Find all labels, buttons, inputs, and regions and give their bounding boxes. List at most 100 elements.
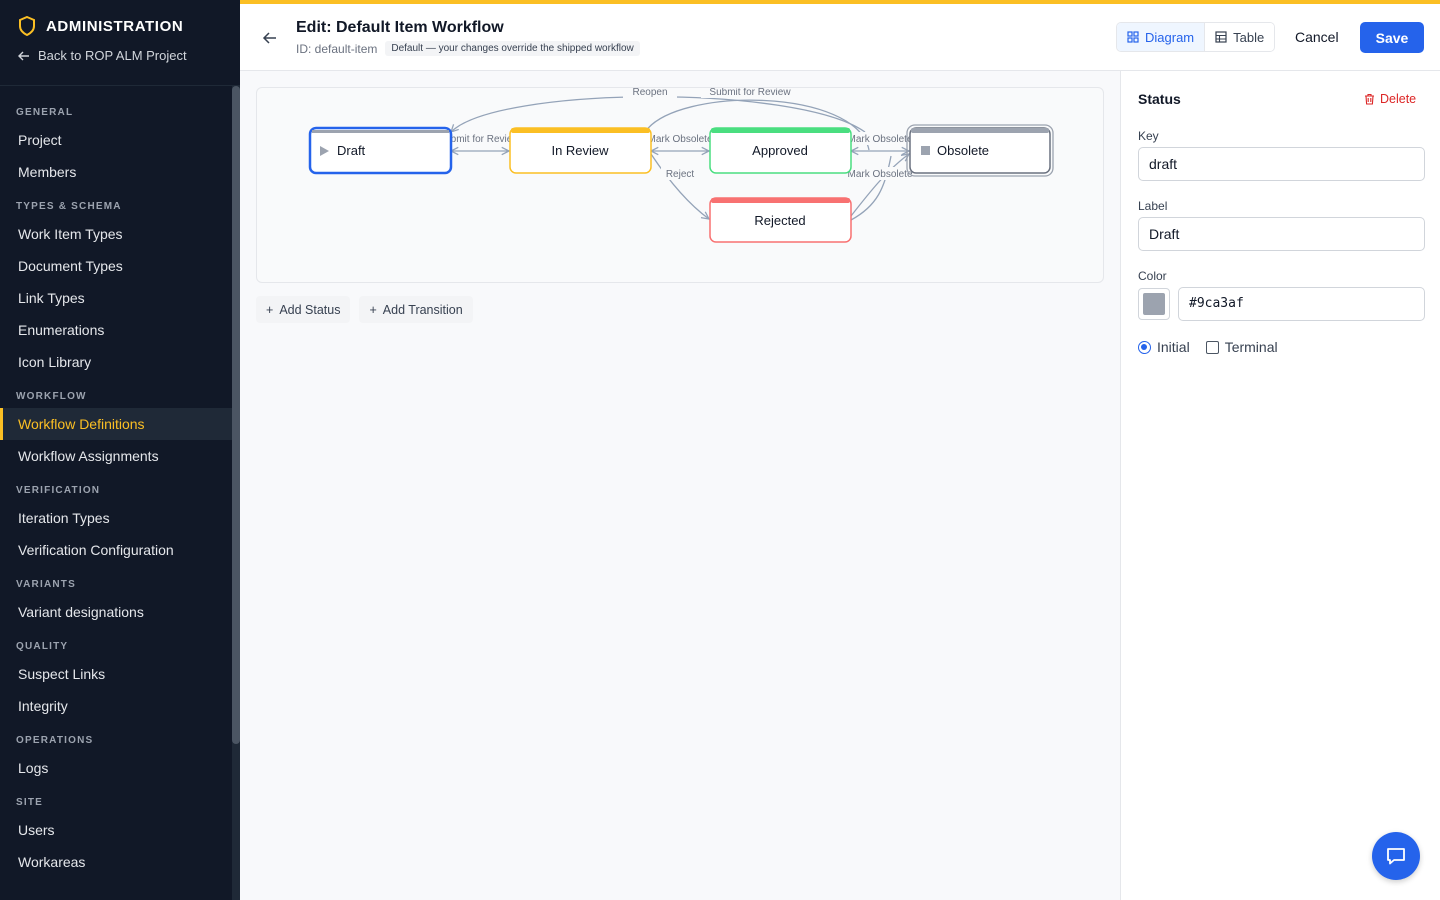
edge-obsolete-reopen[interactable] <box>451 96 866 132</box>
edge-rejected-to-obsolete[interactable] <box>850 154 909 217</box>
node-label-in-review: In Review <box>551 143 609 158</box>
initial-radio[interactable] <box>1138 340 1151 354</box>
initial-label: Initial <box>1157 339 1190 355</box>
add-status-label: Add Status <box>279 302 341 317</box>
arrow-left-icon <box>18 51 29 60</box>
sidebar-item-document-types[interactable]: Document Types <box>0 250 232 282</box>
sidebar-item-logs[interactable]: Logs <box>0 752 232 784</box>
sidebar-section-heading: VERIFICATION <box>16 485 101 496</box>
sidebar-item-iteration-types[interactable]: Iteration Types <box>0 502 232 534</box>
plus-icon: + <box>266 302 274 317</box>
page-title: Edit: Default Item Workflow <box>296 19 504 36</box>
sidebar-section-heading: QUALITY <box>16 641 69 652</box>
label-input[interactable]: Draft <box>1138 217 1425 251</box>
grid-icon <box>1127 31 1139 43</box>
label-label: Label <box>1138 199 1168 213</box>
sidebar-item-variant-designations[interactable]: Variant designations <box>0 596 232 628</box>
sidebar-item-link-types[interactable]: Link Types <box>0 282 232 314</box>
save-button[interactable]: Save <box>1360 22 1424 53</box>
workflow-diagram-canvas[interactable]: Submit for Review Mark Obsolete Mark Obs… <box>256 87 1104 283</box>
diagram-view-label: Diagram <box>1145 29 1195 45</box>
sidebar-item-icon-library[interactable]: Icon Library <box>0 346 232 378</box>
key-input[interactable]: draft <box>1138 147 1425 181</box>
node-draft[interactable]: Draft <box>308 126 453 175</box>
back-to-project-link[interactable]: Back to ROP ALM Project <box>18 48 224 63</box>
sidebar-section-heading: SITE <box>16 797 44 808</box>
sidebar-section-heading: OPERATIONS <box>16 735 94 746</box>
color-label: Color <box>1138 269 1167 283</box>
terminal-checkbox[interactable] <box>1205 340 1219 354</box>
key-label: Key <box>1138 129 1159 143</box>
sidebar-item-verification-configuration[interactable]: Verification Configuration <box>0 534 232 566</box>
terminal-label: Terminal <box>1224 339 1278 355</box>
terminal-option[interactable]: Terminal <box>1205 339 1278 355</box>
node-label-rejected: Rejected <box>754 213 805 228</box>
chat-support-button[interactable] <box>1372 832 1420 880</box>
delete-status-button[interactable]: Delete <box>1364 92 1416 106</box>
sidebar-item-integrity[interactable]: Integrity <box>0 690 232 722</box>
edge-label-mark-obsolete[interactable]: Mark Obsolete <box>647 134 712 145</box>
node-in-review[interactable]: In Review <box>509 127 652 174</box>
trash-icon <box>1365 93 1374 105</box>
color-swatch-button[interactable] <box>1138 288 1170 320</box>
add-transition-button[interactable]: + Add Transition <box>359 296 473 323</box>
admin-title: ADMINISTRATION <box>18 16 224 36</box>
edge-label-reject[interactable]: Reject <box>666 169 695 180</box>
node-rejected[interactable]: Rejected <box>709 197 852 243</box>
node-approved[interactable]: Approved <box>709 127 852 174</box>
edge-label-reopen[interactable]: Reopen <box>632 88 667 98</box>
diagram-actions: + Add Status + Add Transition <box>256 296 473 323</box>
back-arrow-icon[interactable] <box>262 30 278 46</box>
back-label: Back to ROP ALM Project <box>38 48 187 63</box>
add-status-button[interactable]: + Add Status <box>256 296 351 323</box>
sidebar-nav: GENERAL Project Members TYPES & SCHEMA Work … <box>0 86 232 878</box>
sidebar-item-members[interactable]: Members <box>0 156 232 188</box>
status-properties-panel: Status Delete Key draft Label Draft Colo… <box>1120 71 1440 900</box>
sidebar-section-heading: VARIANTS <box>16 579 76 590</box>
sidebar-item-suspect-links[interactable]: Suspect Links <box>0 658 232 690</box>
sidebar-item-workflow-assignments[interactable]: Workflow Assignments <box>0 440 232 472</box>
add-transition-label: Add Transition <box>382 302 463 317</box>
table-view-label: Table <box>1233 29 1265 45</box>
panel-title: Status <box>1138 91 1181 107</box>
diagram-view-button[interactable]: Diagram <box>1117 23 1206 51</box>
cancel-button[interactable]: Cancel <box>1284 22 1350 52</box>
admin-sidebar: ADMINISTRATION Back to ROP ALM Project G… <box>0 0 240 900</box>
sidebar-scrollbar-thumb[interactable] <box>232 86 240 744</box>
table-view-button[interactable]: Table <box>1205 23 1275 51</box>
sidebar-item-workflow-definitions[interactable]: Workflow Definitions <box>0 408 232 440</box>
edge-in-review-to-rejected[interactable] <box>650 153 709 219</box>
sidebar-item-users[interactable]: Users <box>0 814 232 846</box>
sidebar-section-heading: GENERAL <box>16 107 74 118</box>
editor-header: Edit: Default Item Workflow ID: default-… <box>240 0 1440 71</box>
initial-option[interactable]: Initial <box>1138 339 1190 355</box>
chat-icon <box>1387 848 1405 865</box>
edge-label-submit-for-review-rejected[interactable]: Submit for Review <box>709 88 791 98</box>
edge-label-mark-obsolete-rejected[interactable]: Mark Obsolete <box>847 169 912 180</box>
terminal-marker-icon <box>921 146 930 155</box>
delete-label: Delete <box>1380 92 1417 106</box>
workflow-meta: ID: default-item Default — your changes … <box>296 41 640 56</box>
admin-title-text: ADMINISTRATION <box>46 17 184 35</box>
node-label-obsolete: Obsolete <box>937 143 989 158</box>
edge-label-mark-obsolete-approved[interactable]: Mark Obsolete <box>847 134 912 145</box>
sidebar-section-heading: TYPES & SCHEMA <box>16 201 122 212</box>
sidebar-item-workareas[interactable]: Workareas <box>0 846 232 878</box>
view-toggle: Diagram Table <box>1116 22 1276 52</box>
status-flags: Initial Terminal <box>1138 339 1278 355</box>
node-obsolete[interactable]: Obsolete <box>906 124 1054 177</box>
edge-rejected-to-obsolete-2[interactable] <box>850 155 892 221</box>
color-swatch-fill <box>1143 293 1165 315</box>
workflow-id: ID: default-item <box>296 41 378 56</box>
plus-icon: + <box>369 302 377 317</box>
node-label-draft: Draft <box>337 143 366 158</box>
shield-icon <box>19 16 35 36</box>
table-icon <box>1215 31 1227 43</box>
workflow-diagram-svg: Submit for Review Mark Obsolete Mark Obs… <box>308 88 1054 243</box>
default-badge: Default — your changes override the ship… <box>385 41 640 56</box>
sidebar-item-enumerations[interactable]: Enumerations <box>0 314 232 346</box>
sidebar-item-project[interactable]: Project <box>0 124 232 156</box>
sidebar-item-work-item-types[interactable]: Work Item Types <box>0 218 232 250</box>
sidebar-section-heading: WORKFLOW <box>16 391 87 402</box>
color-hex-input[interactable]: #9ca3af <box>1178 287 1425 321</box>
